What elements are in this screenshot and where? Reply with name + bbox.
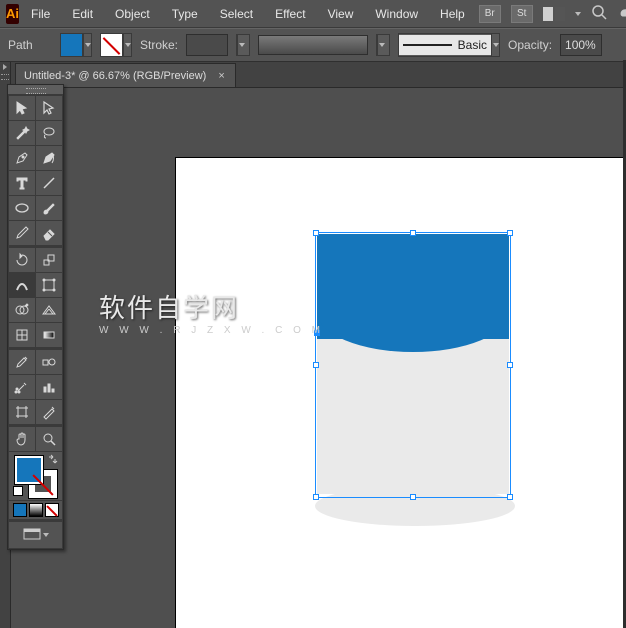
document-tab-title: Untitled-3* @ 66.67% (RGB/Preview) — [24, 70, 206, 82]
menu-bar: Ai File Edit Object Type Select Effect V… — [0, 0, 626, 28]
brush-definition-dropdown[interactable] — [376, 34, 390, 56]
paintbrush-tool[interactable] — [36, 196, 62, 220]
menu-view[interactable]: View — [318, 3, 364, 25]
control-bar: Path Stroke: Basic Opacity: 100% — [0, 28, 626, 62]
selection-type-label: Path — [8, 38, 52, 52]
workspace-switcher-area: Br St — [479, 4, 626, 23]
menu-file[interactable]: File — [21, 3, 60, 25]
tools-panel[interactable] — [7, 84, 64, 550]
screen-mode-button[interactable] — [9, 522, 62, 548]
width-tool[interactable] — [9, 273, 35, 297]
symbol-sprayer-tool[interactable] — [9, 375, 35, 399]
eraser-tool[interactable] — [36, 221, 62, 245]
stroke-profile-picker[interactable] — [236, 34, 250, 56]
gradient-tool[interactable] — [36, 323, 62, 347]
lasso-tool[interactable] — [36, 121, 62, 145]
ellipse-tool[interactable] — [9, 196, 35, 220]
direct-selection-tool[interactable] — [36, 96, 62, 120]
artboard-tool[interactable] — [9, 400, 35, 424]
menu-edit[interactable]: Edit — [62, 3, 103, 25]
tools-panel-grip[interactable] — [8, 85, 63, 95]
line-segment-tool[interactable] — [36, 171, 62, 195]
opacity-value-field[interactable]: 100% — [560, 34, 602, 56]
close-tab-button[interactable]: × — [216, 70, 226, 82]
expand-panels-icon — [3, 64, 7, 70]
menu-window[interactable]: Window — [365, 3, 428, 25]
color-mode-button[interactable] — [13, 503, 27, 517]
fill-stroke-indicator[interactable] — [9, 452, 62, 500]
graphic-style-picker[interactable]: Basic — [398, 33, 500, 57]
none-mode-button[interactable] — [45, 503, 59, 517]
perspective-grid-tool[interactable] — [36, 298, 62, 322]
sync-icon[interactable] — [617, 4, 626, 23]
search-icon[interactable] — [591, 4, 607, 23]
hand-tool[interactable] — [9, 427, 35, 451]
menu-effect[interactable]: Effect — [265, 3, 315, 25]
fill-swatch-picker[interactable] — [60, 33, 92, 57]
zoom-tool[interactable] — [36, 427, 62, 451]
app-window: Ai File Edit Object Type Select Effect V… — [0, 0, 626, 628]
anchor-point[interactable] — [314, 330, 320, 336]
opacity-label[interactable]: Opacity: — [508, 38, 552, 52]
canvas[interactable]: 软件自学网 W W W . R J Z X W . C O M — [11, 88, 626, 628]
scale-tool[interactable] — [36, 248, 62, 272]
stroke-weight-field[interactable] — [186, 34, 228, 56]
chevron-down-icon — [491, 34, 499, 56]
free-transform-tool[interactable] — [36, 273, 62, 297]
lower-rectangle-shape — [317, 330, 509, 494]
chevron-down-icon — [123, 34, 131, 56]
gradient-mode-button[interactable] — [29, 503, 43, 517]
pen-tool[interactable] — [9, 146, 35, 170]
app-logo: Ai — [6, 4, 19, 24]
chevron-down-icon — [43, 533, 49, 537]
chevron-down-icon — [377, 34, 385, 56]
rotate-tool[interactable] — [9, 248, 35, 272]
document-area: Untitled-3* @ 66.67% (RGB/Preview) × — [11, 62, 626, 628]
stock-button[interactable]: St — [511, 5, 533, 23]
type-tool[interactable] — [9, 171, 35, 195]
menu-help[interactable]: Help — [430, 3, 475, 25]
eyedropper-tool[interactable] — [9, 350, 35, 374]
arrange-dropdown-icon[interactable] — [575, 12, 581, 16]
blend-tool[interactable] — [36, 350, 62, 374]
magic-wand-tool[interactable] — [9, 121, 35, 145]
chevron-down-icon — [83, 34, 91, 56]
default-fill-stroke-icon[interactable] — [13, 486, 23, 496]
chevron-down-icon — [237, 34, 245, 56]
menu-type[interactable]: Type — [162, 3, 208, 25]
menu-select[interactable]: Select — [210, 3, 263, 25]
swap-fill-stroke-icon[interactable] — [46, 454, 58, 469]
brush-definition-field[interactable] — [258, 35, 368, 55]
stroke-indicator[interactable] — [29, 470, 57, 498]
bridge-button[interactable]: Br — [479, 5, 501, 23]
curvature-tool[interactable] — [36, 146, 62, 170]
stroke-label[interactable]: Stroke: — [140, 38, 178, 52]
draw-modes — [9, 501, 62, 519]
document-tab-bar: Untitled-3* @ 66.67% (RGB/Preview) × — [11, 62, 626, 88]
slice-tool[interactable] — [36, 400, 62, 424]
shape-builder-tool[interactable] — [9, 298, 35, 322]
mesh-tool[interactable] — [9, 323, 35, 347]
panel-grip-icon — [1, 74, 9, 80]
menu-object[interactable]: Object — [105, 3, 160, 25]
stroke-swatch-picker[interactable] — [100, 33, 132, 57]
fill-color-swatch — [61, 34, 83, 56]
selection-tool[interactable] — [9, 96, 35, 120]
column-graph-tool[interactable] — [36, 375, 62, 399]
pencil-tool[interactable] — [9, 221, 35, 245]
stroke-none-swatch — [101, 34, 123, 56]
graphic-style-basic: Basic — [399, 35, 491, 55]
arrange-documents-button[interactable] — [543, 7, 565, 21]
